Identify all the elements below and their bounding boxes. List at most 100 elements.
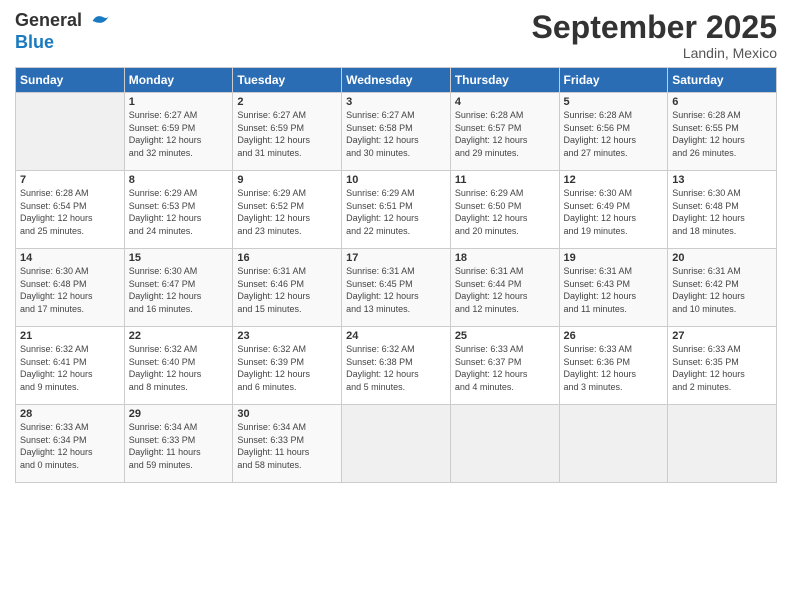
day-info: Sunrise: 6:28 AM Sunset: 6:57 PM Dayligh… <box>455 109 555 159</box>
logo-text: General Blue <box>15 10 111 53</box>
calendar-cell: 6Sunrise: 6:28 AM Sunset: 6:55 PM Daylig… <box>668 93 777 171</box>
day-header: Thursday <box>450 68 559 93</box>
day-header: Friday <box>559 68 668 93</box>
day-number: 16 <box>237 252 337 264</box>
calendar-cell: 12Sunrise: 6:30 AM Sunset: 6:49 PM Dayli… <box>559 171 668 249</box>
header: General Blue September 2025 Landin, Mexi… <box>15 10 777 61</box>
calendar-table: SundayMondayTuesdayWednesdayThursdayFrid… <box>15 67 777 483</box>
day-number: 4 <box>455 96 555 108</box>
day-info: Sunrise: 6:32 AM Sunset: 6:39 PM Dayligh… <box>237 343 337 393</box>
day-info: Sunrise: 6:28 AM Sunset: 6:54 PM Dayligh… <box>20 187 120 237</box>
day-info: Sunrise: 6:31 AM Sunset: 6:45 PM Dayligh… <box>346 265 446 315</box>
day-info: Sunrise: 6:29 AM Sunset: 6:53 PM Dayligh… <box>129 187 229 237</box>
day-number: 2 <box>237 96 337 108</box>
calendar-cell: 16Sunrise: 6:31 AM Sunset: 6:46 PM Dayli… <box>233 249 342 327</box>
logo-blue: Blue <box>15 32 111 53</box>
day-number: 3 <box>346 96 446 108</box>
day-number: 26 <box>564 330 664 342</box>
title-area: September 2025 Landin, Mexico <box>532 10 777 61</box>
day-header: Monday <box>124 68 233 93</box>
day-number: 18 <box>455 252 555 264</box>
day-number: 9 <box>237 174 337 186</box>
calendar-cell <box>559 405 668 483</box>
calendar-cell: 25Sunrise: 6:33 AM Sunset: 6:37 PM Dayli… <box>450 327 559 405</box>
day-number: 20 <box>672 252 772 264</box>
calendar-cell: 5Sunrise: 6:28 AM Sunset: 6:56 PM Daylig… <box>559 93 668 171</box>
calendar-cell <box>450 405 559 483</box>
day-info: Sunrise: 6:32 AM Sunset: 6:40 PM Dayligh… <box>129 343 229 393</box>
day-number: 14 <box>20 252 120 264</box>
calendar-cell: 1Sunrise: 6:27 AM Sunset: 6:59 PM Daylig… <box>124 93 233 171</box>
day-info: Sunrise: 6:30 AM Sunset: 6:48 PM Dayligh… <box>20 265 120 315</box>
logo: General Blue <box>15 10 111 53</box>
calendar-week-row: 7Sunrise: 6:28 AM Sunset: 6:54 PM Daylig… <box>16 171 777 249</box>
day-info: Sunrise: 6:32 AM Sunset: 6:41 PM Dayligh… <box>20 343 120 393</box>
location: Landin, Mexico <box>532 45 777 61</box>
day-number: 21 <box>20 330 120 342</box>
day-info: Sunrise: 6:30 AM Sunset: 6:49 PM Dayligh… <box>564 187 664 237</box>
calendar-week-row: 28Sunrise: 6:33 AM Sunset: 6:34 PM Dayli… <box>16 405 777 483</box>
day-header: Saturday <box>668 68 777 93</box>
calendar-cell: 13Sunrise: 6:30 AM Sunset: 6:48 PM Dayli… <box>668 171 777 249</box>
calendar-cell: 22Sunrise: 6:32 AM Sunset: 6:40 PM Dayli… <box>124 327 233 405</box>
day-info: Sunrise: 6:29 AM Sunset: 6:51 PM Dayligh… <box>346 187 446 237</box>
day-number: 11 <box>455 174 555 186</box>
day-info: Sunrise: 6:31 AM Sunset: 6:43 PM Dayligh… <box>564 265 664 315</box>
day-info: Sunrise: 6:31 AM Sunset: 6:46 PM Dayligh… <box>237 265 337 315</box>
calendar-week-row: 21Sunrise: 6:32 AM Sunset: 6:41 PM Dayli… <box>16 327 777 405</box>
calendar-cell: 15Sunrise: 6:30 AM Sunset: 6:47 PM Dayli… <box>124 249 233 327</box>
day-number: 5 <box>564 96 664 108</box>
day-number: 23 <box>237 330 337 342</box>
day-number: 17 <box>346 252 446 264</box>
day-number: 19 <box>564 252 664 264</box>
calendar-cell: 3Sunrise: 6:27 AM Sunset: 6:58 PM Daylig… <box>342 93 451 171</box>
calendar-cell: 17Sunrise: 6:31 AM Sunset: 6:45 PM Dayli… <box>342 249 451 327</box>
calendar-cell: 26Sunrise: 6:33 AM Sunset: 6:36 PM Dayli… <box>559 327 668 405</box>
day-info: Sunrise: 6:30 AM Sunset: 6:47 PM Dayligh… <box>129 265 229 315</box>
logo-bird-icon <box>89 10 111 32</box>
day-number: 25 <box>455 330 555 342</box>
day-info: Sunrise: 6:27 AM Sunset: 6:59 PM Dayligh… <box>129 109 229 159</box>
day-number: 15 <box>129 252 229 264</box>
calendar-cell: 23Sunrise: 6:32 AM Sunset: 6:39 PM Dayli… <box>233 327 342 405</box>
day-number: 13 <box>672 174 772 186</box>
calendar-cell <box>668 405 777 483</box>
day-info: Sunrise: 6:30 AM Sunset: 6:48 PM Dayligh… <box>672 187 772 237</box>
day-info: Sunrise: 6:33 AM Sunset: 6:34 PM Dayligh… <box>20 421 120 471</box>
day-number: 30 <box>237 408 337 420</box>
calendar-cell: 7Sunrise: 6:28 AM Sunset: 6:54 PM Daylig… <box>16 171 125 249</box>
day-info: Sunrise: 6:28 AM Sunset: 6:55 PM Dayligh… <box>672 109 772 159</box>
calendar-cell: 27Sunrise: 6:33 AM Sunset: 6:35 PM Dayli… <box>668 327 777 405</box>
day-number: 28 <box>20 408 120 420</box>
calendar-cell: 8Sunrise: 6:29 AM Sunset: 6:53 PM Daylig… <box>124 171 233 249</box>
day-info: Sunrise: 6:34 AM Sunset: 6:33 PM Dayligh… <box>129 421 229 471</box>
calendar-cell: 21Sunrise: 6:32 AM Sunset: 6:41 PM Dayli… <box>16 327 125 405</box>
day-number: 7 <box>20 174 120 186</box>
day-number: 24 <box>346 330 446 342</box>
day-number: 27 <box>672 330 772 342</box>
day-header: Wednesday <box>342 68 451 93</box>
day-info: Sunrise: 6:34 AM Sunset: 6:33 PM Dayligh… <box>237 421 337 471</box>
month-title: September 2025 <box>532 10 777 45</box>
day-info: Sunrise: 6:32 AM Sunset: 6:38 PM Dayligh… <box>346 343 446 393</box>
calendar-cell: 18Sunrise: 6:31 AM Sunset: 6:44 PM Dayli… <box>450 249 559 327</box>
day-info: Sunrise: 6:31 AM Sunset: 6:44 PM Dayligh… <box>455 265 555 315</box>
day-info: Sunrise: 6:29 AM Sunset: 6:52 PM Dayligh… <box>237 187 337 237</box>
day-info: Sunrise: 6:33 AM Sunset: 6:36 PM Dayligh… <box>564 343 664 393</box>
calendar-cell: 29Sunrise: 6:34 AM Sunset: 6:33 PM Dayli… <box>124 405 233 483</box>
day-info: Sunrise: 6:28 AM Sunset: 6:56 PM Dayligh… <box>564 109 664 159</box>
calendar-cell: 28Sunrise: 6:33 AM Sunset: 6:34 PM Dayli… <box>16 405 125 483</box>
day-number: 10 <box>346 174 446 186</box>
day-number: 22 <box>129 330 229 342</box>
calendar-cell: 24Sunrise: 6:32 AM Sunset: 6:38 PM Dayli… <box>342 327 451 405</box>
calendar-cell: 4Sunrise: 6:28 AM Sunset: 6:57 PM Daylig… <box>450 93 559 171</box>
day-info: Sunrise: 6:27 AM Sunset: 6:58 PM Dayligh… <box>346 109 446 159</box>
calendar-cell: 2Sunrise: 6:27 AM Sunset: 6:59 PM Daylig… <box>233 93 342 171</box>
day-number: 12 <box>564 174 664 186</box>
calendar-cell: 19Sunrise: 6:31 AM Sunset: 6:43 PM Dayli… <box>559 249 668 327</box>
day-info: Sunrise: 6:33 AM Sunset: 6:37 PM Dayligh… <box>455 343 555 393</box>
logo-general: General <box>15 10 111 32</box>
day-header: Tuesday <box>233 68 342 93</box>
calendar-cell <box>16 93 125 171</box>
page: General Blue September 2025 Landin, Mexi… <box>0 0 792 612</box>
